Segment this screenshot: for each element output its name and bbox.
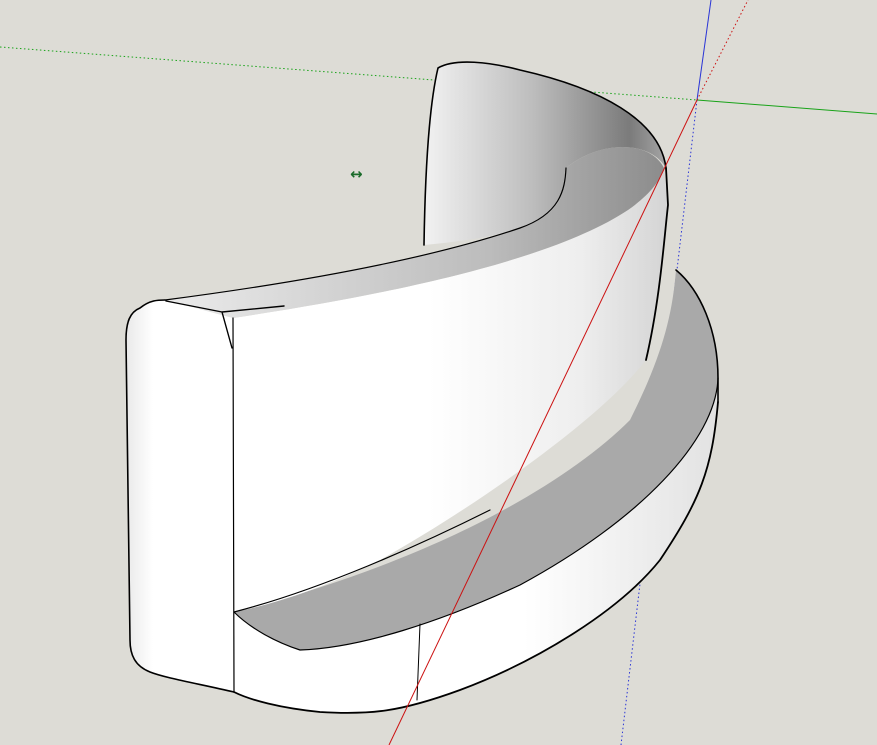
blue-axis-positive — [696, 0, 712, 101]
scene-canvas[interactable] — [0, 0, 877, 745]
modeling-viewport[interactable]: ↔ — [0, 0, 877, 745]
model-geometry[interactable] — [126, 62, 718, 713]
move-horizontal-arrow-icon: ↔ — [350, 165, 363, 183]
wall-end-face[interactable] — [126, 300, 234, 692]
green-axis-positive — [696, 99, 877, 115]
red-axis-negative — [696, 0, 749, 101]
